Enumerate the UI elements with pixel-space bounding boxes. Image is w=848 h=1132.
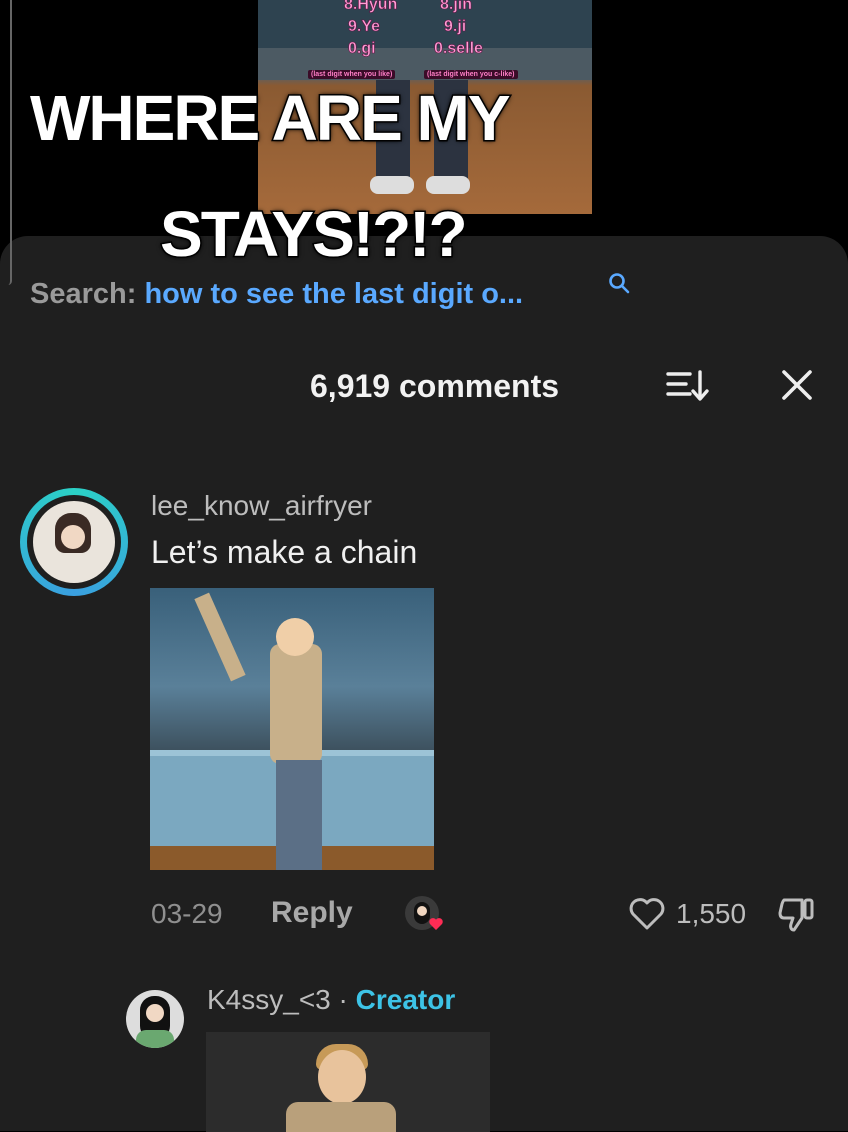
reply-username-line: K4ssy_<3 · Creator	[207, 984, 455, 1016]
search-query-link[interactable]: how to see the last digit o...	[144, 278, 523, 310]
thumb-text: 9.Ye	[348, 18, 381, 36]
reply-gif[interactable]	[206, 1032, 490, 1132]
shoe-shape	[426, 176, 470, 194]
thumb-text: 8.Hyun	[344, 0, 398, 13]
comments-count-title: 6,919 comments	[310, 368, 560, 404]
thumb-text: 0.selle	[434, 40, 484, 58]
dislike-icon[interactable]	[776, 896, 816, 934]
creator-badge: Creator	[355, 984, 456, 1015]
comment-gif[interactable]	[150, 588, 434, 870]
view-replies-link[interactable]: View 34 replies	[208, 422, 384, 436]
separator: ·	[330, 984, 356, 1015]
couch-shape	[258, 0, 592, 48]
heart-icon	[429, 918, 443, 930]
search-icon[interactable]	[608, 272, 630, 294]
video-overlay-title-line2: STAYS!?!?	[159, 198, 470, 270]
sort-icon[interactable]	[666, 368, 710, 404]
thumb-text: 0.gi	[348, 40, 376, 58]
thumb-caption: (last digit when you c-like)	[424, 70, 518, 79]
thumb-caption: (last digit when you like)	[308, 70, 396, 79]
comment-date: 03-29	[151, 898, 223, 929]
reply-button[interactable]: Reply	[271, 896, 353, 930]
like-count: 1,550	[676, 898, 747, 929]
avatar[interactable]	[20, 488, 128, 596]
comments-sheet: Search: how to see the last digit o... 6…	[0, 236, 848, 1132]
search-label: Search:	[30, 278, 137, 310]
shoe-shape	[370, 176, 414, 194]
comment-username[interactable]: lee_know_airfryer	[151, 490, 372, 522]
thumb-text: 8.jin	[440, 0, 473, 13]
close-icon[interactable]	[780, 368, 814, 402]
search-suggestion[interactable]: Search: how to see the last digit o...	[30, 278, 523, 311]
comment-text: Let’s make a chain	[151, 534, 418, 570]
like-heart-icon[interactable]	[628, 896, 666, 932]
reply-username[interactable]: K4ssy_<3	[207, 984, 331, 1015]
video-overlay-title: WHERE ARE MY	[29, 82, 513, 154]
thumb-text: 9.ji	[444, 18, 467, 36]
scroll-indicator	[0, 0, 12, 285]
reply-avatar[interactable]	[126, 990, 184, 1048]
